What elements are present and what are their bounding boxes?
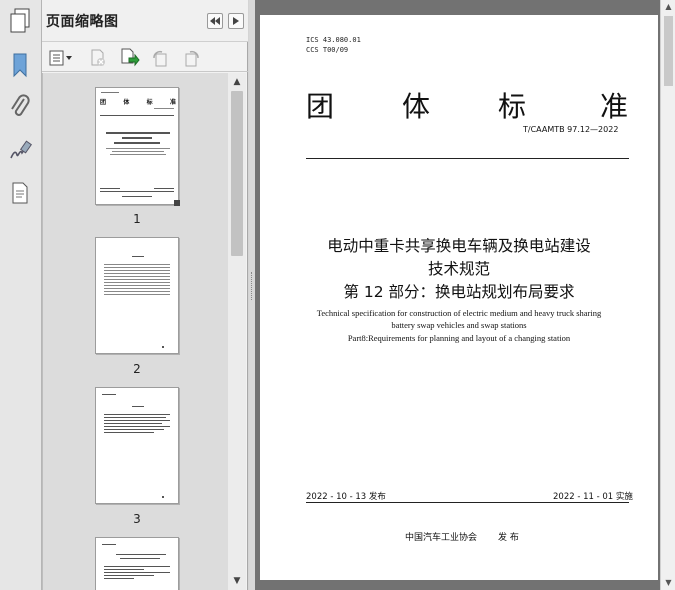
navigation-rail — [0, 0, 42, 590]
footer-rule — [306, 502, 629, 503]
options-icon[interactable] — [48, 48, 74, 68]
document-scrollbar[interactable]: ▲ ▼ — [660, 0, 675, 590]
title-cn-line-1: 电动中重卡共享换电车辆及换电站建设 — [327, 237, 591, 255]
scroll-down-icon[interactable]: ▼ — [231, 575, 243, 587]
page-thumbnail-4[interactable] — [95, 537, 179, 590]
page-thumbnail-3[interactable] — [95, 387, 179, 504]
header-char-3: 标 — [498, 90, 527, 123]
attachment-icon[interactable] — [5, 92, 35, 122]
thumbnail-scrollbar[interactable]: ▲ ▼ — [228, 73, 246, 590]
thumbnail-list: 团体标准 1 2 3 — [42, 73, 228, 590]
scroll-up-icon[interactable]: ▲ — [231, 76, 243, 88]
page-layers-icon[interactable] — [5, 178, 35, 208]
panel-header: 页面缩略图 — [42, 0, 248, 42]
thumb-header-chars: 团体标准 — [100, 99, 176, 106]
header-char-1: 团 — [306, 90, 335, 123]
ics-code: ICS 43.080.01 — [306, 36, 361, 44]
thumbnail-scroll-thumb[interactable] — [231, 91, 243, 256]
title-cn-line-3: 第 12 部分：换电站规划布局要求 — [343, 283, 575, 301]
insert-page-icon[interactable] — [120, 48, 140, 68]
ccs-code: CCS T00/09 — [306, 46, 349, 54]
signature-icon[interactable] — [5, 136, 35, 166]
doc-scroll-up-icon[interactable]: ▲ — [664, 2, 673, 12]
standard-number: T/CAAMTB 97.12—2022 — [523, 125, 619, 134]
thumbnail-panel: 页面缩略图 团体标准 1 2 3 ▲ ▼ — [42, 0, 248, 590]
thumbnail-label-1: 1 — [133, 212, 141, 226]
document-page: ICS 43.080.01 CCS T00/09 团 体 标 准 T/CAAMT… — [260, 15, 658, 580]
thumbnail-label-2: 2 — [133, 362, 141, 376]
document-viewer: ICS 43.080.01 CCS T00/09 团 体 标 准 T/CAAMT… — [255, 0, 660, 590]
delete-page-icon[interactable] — [88, 48, 108, 68]
implementation-date: 2022 - 11 - 01 实施 — [553, 492, 633, 502]
bookmark-icon[interactable] — [5, 50, 35, 80]
document-scroll-thumb[interactable] — [664, 16, 673, 86]
collapse-right-icon[interactable] — [228, 13, 244, 29]
thumbnail-toolbar — [42, 44, 248, 72]
title-en-line-1: Technical specification for construction… — [316, 308, 602, 318]
rotate-ccw-icon[interactable] — [150, 48, 170, 68]
thumbnail-label-3: 3 — [133, 512, 141, 526]
page-thumbnail-2[interactable] — [95, 237, 179, 354]
collapse-left-icon[interactable] — [207, 13, 223, 29]
header-char-4: 准 — [600, 90, 629, 123]
page-thumbnail-1[interactable]: 团体标准 — [95, 87, 180, 206]
title-en-line-3: Part8:Requirements for planning and layo… — [347, 333, 571, 343]
issue-date: 2022 - 10 - 13 发布 — [306, 492, 386, 502]
publish-label: 发 布 — [498, 533, 519, 543]
page-thumbnails-icon[interactable] — [5, 6, 35, 36]
panel-title: 页面缩略图 — [46, 14, 119, 30]
doc-scroll-down-icon[interactable]: ▼ — [664, 578, 673, 588]
title-en-line-2: battery swap vehicles and swap stations — [391, 320, 527, 330]
title-cn-line-2: 技术规范 — [427, 260, 490, 278]
header-rule — [306, 158, 629, 159]
header-char-2: 体 — [402, 90, 431, 123]
publisher: 中国汽车工业协会 — [405, 533, 478, 543]
rotate-cw-icon[interactable] — [182, 48, 202, 68]
